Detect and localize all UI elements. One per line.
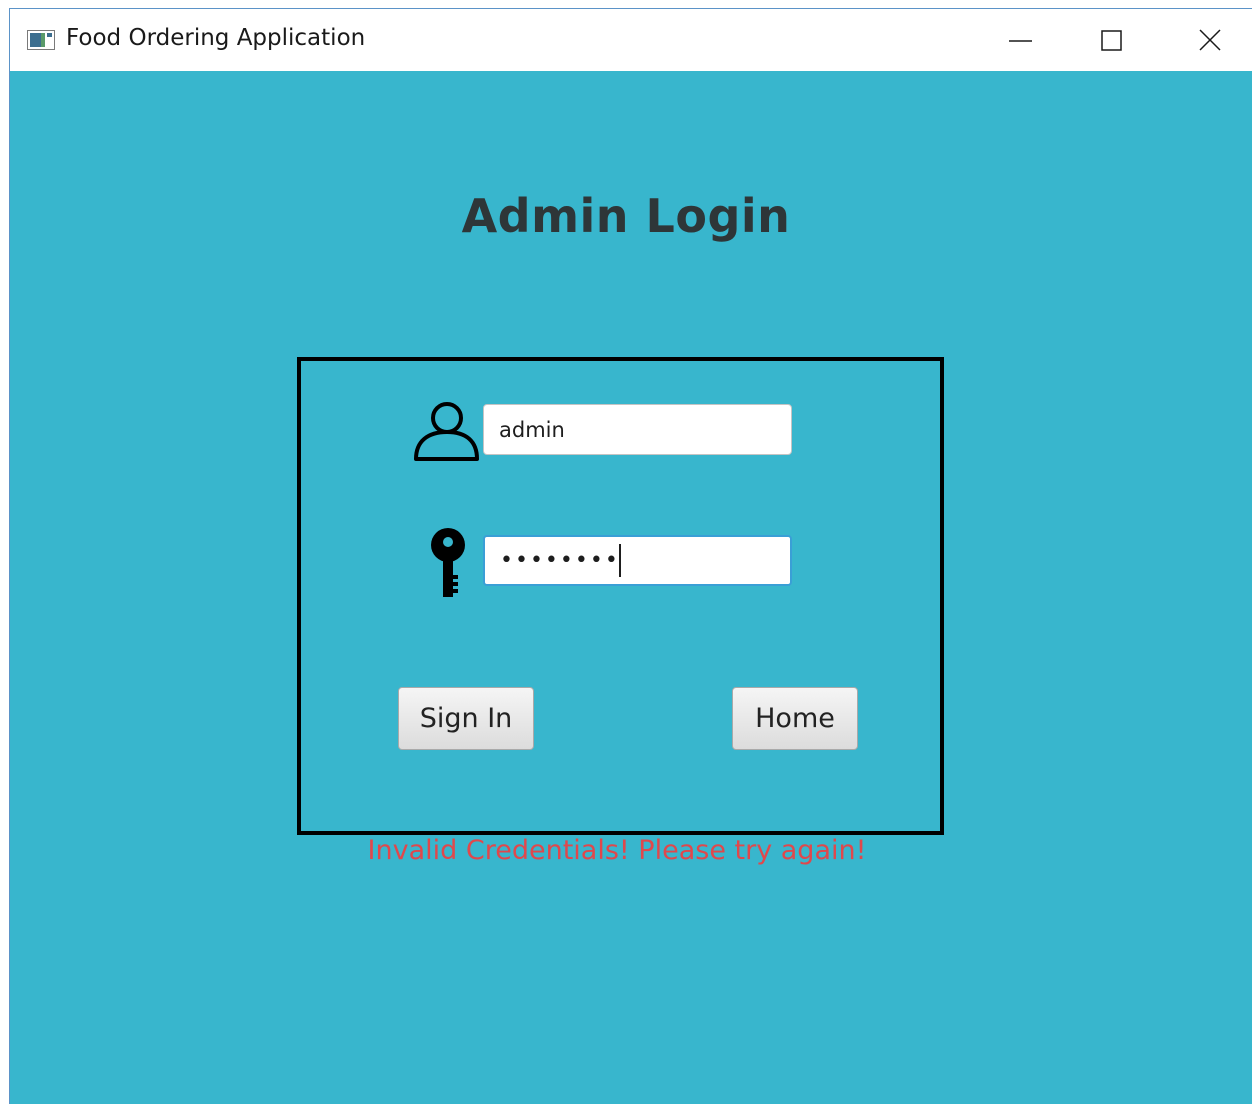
- app-icon: [27, 30, 55, 50]
- error-message: Invalid Credentials! Please try again!: [367, 835, 867, 866]
- page-title: Admin Login: [461, 189, 791, 243]
- user-icon: [414, 402, 479, 461]
- key-icon: [431, 528, 465, 597]
- maximize-icon: [1101, 30, 1122, 51]
- text-caret: [619, 544, 621, 577]
- window-title: Food Ordering Application: [66, 25, 366, 51]
- sign-in-button[interactable]: Sign In: [398, 687, 534, 750]
- app-window: Food Ordering Application Admin Login ad…: [9, 8, 1252, 1104]
- password-input[interactable]: [483, 535, 792, 586]
- minimize-button[interactable]: [995, 9, 1055, 71]
- username-input[interactable]: [483, 404, 792, 455]
- maximize-button[interactable]: [1082, 9, 1142, 71]
- close-button[interactable]: [1181, 9, 1241, 71]
- home-button[interactable]: Home: [732, 687, 858, 750]
- title-bar[interactable]: Food Ordering Application: [10, 9, 1252, 71]
- close-icon: [1199, 29, 1221, 51]
- minimize-icon: [1009, 40, 1032, 42]
